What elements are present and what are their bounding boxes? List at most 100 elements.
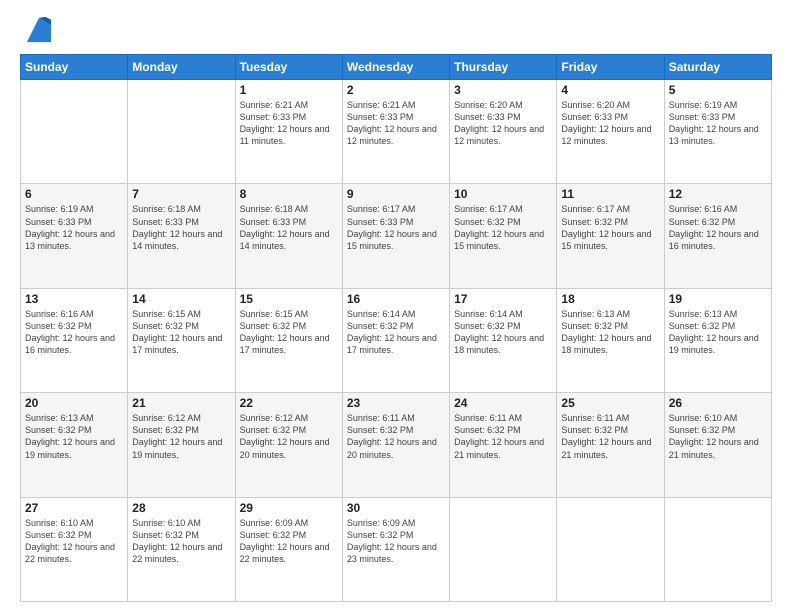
day-number: 22 [240, 396, 338, 410]
calendar-cell: 22Sunrise: 6:12 AM Sunset: 6:32 PM Dayli… [235, 393, 342, 497]
calendar-cell [557, 497, 664, 601]
day-number: 5 [669, 83, 767, 97]
day-number: 7 [132, 187, 230, 201]
day-info: Sunrise: 6:09 AM Sunset: 6:32 PM Dayligh… [347, 517, 445, 566]
day-number: 15 [240, 292, 338, 306]
day-number: 3 [454, 83, 552, 97]
calendar-header-cell: Friday [557, 55, 664, 80]
day-number: 8 [240, 187, 338, 201]
day-number: 2 [347, 83, 445, 97]
day-number: 24 [454, 396, 552, 410]
day-number: 12 [669, 187, 767, 201]
day-info: Sunrise: 6:17 AM Sunset: 6:32 PM Dayligh… [454, 203, 552, 252]
calendar-cell: 16 Sunrise: 6:14 AM Sunset: 6:32 PM Dayli… [342, 288, 449, 392]
calendar-header-cell: Wednesday [342, 55, 449, 80]
day-number: 20 [25, 396, 123, 410]
calendar-cell: 8 Sunrise: 6:18 AM Sunset: 6:33 PM Daylig… [235, 184, 342, 288]
calendar-cell: 11 Sunrise: 6:17 AM Sunset: 6:32 PM Dayli… [557, 184, 664, 288]
calendar-cell: 18 Sunrise: 6:13 AM Sunset: 6:32 PM Dayli… [557, 288, 664, 392]
calendar-cell: 25 Sunrise: 6:11 AM Sunset: 6:32 PM Dayli… [557, 393, 664, 497]
day-number: 19 [669, 292, 767, 306]
calendar-cell: 15 Sunrise: 6:15 AM Sunset: 6:32 PM Dayli… [235, 288, 342, 392]
day-info: Sunrise: 6:17 AM Sunset: 6:32 PM Dayligh… [561, 203, 659, 252]
day-number: 30 [347, 501, 445, 515]
calendar-cell: 14 Sunrise: 6:15 AM Sunset: 6:32 PM Dayli… [128, 288, 235, 392]
logo [20, 16, 53, 44]
calendar-header-cell: Thursday [450, 55, 557, 80]
calendar-cell: 5Sunrise: 6:19 AM Sunset: 6:33 PM Daylig… [664, 80, 771, 184]
calendar-cell: 12 Sunrise: 6:16 AM Sunset: 6:32 PM Dayli… [664, 184, 771, 288]
calendar-header-cell: Tuesday [235, 55, 342, 80]
calendar-cell [450, 497, 557, 601]
day-number: 23 [347, 396, 445, 410]
day-info: Sunrise: 6:13 AM Sunset: 6:32 PM Dayligh… [561, 308, 659, 357]
page: SundayMondayTuesdayWednesdayThursdayFrid… [0, 0, 792, 612]
day-info: Sunrise: 6:16 AM Sunset: 6:32 PM Dayligh… [669, 203, 767, 252]
calendar-cell: 3 Sunrise: 6:20 AM Sunset: 6:33 PM Daylig… [450, 80, 557, 184]
day-info: Sunrise: 6:17 AM Sunset: 6:33 PM Dayligh… [347, 203, 445, 252]
day-number: 26 [669, 396, 767, 410]
calendar-week-row: 20 Sunrise: 6:13 AM Sunset: 6:32 PM Dayli… [21, 393, 772, 497]
day-info: Sunrise: 6:11 AM Sunset: 6:32 PM Dayligh… [347, 412, 445, 461]
day-info: Sunrise: 6:20 AM Sunset: 6:33 PM Dayligh… [561, 99, 659, 148]
day-number: 16 [347, 292, 445, 306]
calendar-cell: 27 Sunrise: 6:10 AM Sunset: 6:32 PM Dayli… [21, 497, 128, 601]
day-info: Sunrise: 6:21 AM Sunset: 6:33 PM Dayligh… [240, 99, 338, 148]
day-number: 27 [25, 501, 123, 515]
calendar-cell: 24 Sunrise: 6:11 AM Sunset: 6:32 PM Dayli… [450, 393, 557, 497]
day-info: Sunrise: 6:16 AM Sunset: 6:32 PM Dayligh… [25, 308, 123, 357]
day-info: Sunrise: 6:18 AM Sunset: 6:33 PM Dayligh… [132, 203, 230, 252]
day-number: 21 [132, 396, 230, 410]
day-info: Sunrise: 6:12 AM Sunset: 6:32 PM Dayligh… [132, 412, 230, 461]
day-info: Sunrise: 6:14 AM Sunset: 6:32 PM Dayligh… [454, 308, 552, 357]
header [20, 16, 772, 44]
day-info: Sunrise: 6:14 AM Sunset: 6:32 PM Dayligh… [347, 308, 445, 357]
day-number: 11 [561, 187, 659, 201]
day-number: 25 [561, 396, 659, 410]
day-info: Sunrise: 6:10 AM Sunset: 6:32 PM Dayligh… [132, 517, 230, 566]
calendar-header-row: SundayMondayTuesdayWednesdayThursdayFrid… [21, 55, 772, 80]
day-number: 10 [454, 187, 552, 201]
calendar-body: 1 Sunrise: 6:21 AM Sunset: 6:33 PM Daylig… [21, 80, 772, 602]
calendar-cell: 30 Sunrise: 6:09 AM Sunset: 6:32 PM Dayli… [342, 497, 449, 601]
calendar-cell: 21 Sunrise: 6:12 AM Sunset: 6:32 PM Dayli… [128, 393, 235, 497]
calendar-table: SundayMondayTuesdayWednesdayThursdayFrid… [20, 54, 772, 602]
day-number: 9 [347, 187, 445, 201]
calendar-cell: 6Sunrise: 6:19 AM Sunset: 6:33 PM Daylig… [21, 184, 128, 288]
calendar-cell: 23 Sunrise: 6:11 AM Sunset: 6:32 PM Dayli… [342, 393, 449, 497]
day-info: Sunrise: 6:13 AM Sunset: 6:32 PM Dayligh… [25, 412, 123, 461]
calendar-week-row: 13Sunrise: 6:16 AM Sunset: 6:32 PM Dayli… [21, 288, 772, 392]
calendar-cell: 20 Sunrise: 6:13 AM Sunset: 6:32 PM Dayli… [21, 393, 128, 497]
day-info: Sunrise: 6:20 AM Sunset: 6:33 PM Dayligh… [454, 99, 552, 148]
day-info: Sunrise: 6:11 AM Sunset: 6:32 PM Dayligh… [454, 412, 552, 461]
day-info: Sunrise: 6:15 AM Sunset: 6:32 PM Dayligh… [240, 308, 338, 357]
calendar-cell [664, 497, 771, 601]
calendar-week-row: 6Sunrise: 6:19 AM Sunset: 6:33 PM Daylig… [21, 184, 772, 288]
calendar-cell: 19 Sunrise: 6:13 AM Sunset: 6:32 PM Dayli… [664, 288, 771, 392]
calendar-cell: 10 Sunrise: 6:17 AM Sunset: 6:32 PM Dayli… [450, 184, 557, 288]
day-number: 4 [561, 83, 659, 97]
day-number: 29 [240, 501, 338, 515]
calendar-cell: 4 Sunrise: 6:20 AM Sunset: 6:33 PM Daylig… [557, 80, 664, 184]
day-info: Sunrise: 6:11 AM Sunset: 6:32 PM Dayligh… [561, 412, 659, 461]
calendar-cell: 29 Sunrise: 6:09 AM Sunset: 6:32 PM Dayli… [235, 497, 342, 601]
calendar-cell [21, 80, 128, 184]
calendar-cell [128, 80, 235, 184]
day-info: Sunrise: 6:15 AM Sunset: 6:32 PM Dayligh… [132, 308, 230, 357]
day-number: 17 [454, 292, 552, 306]
day-number: 14 [132, 292, 230, 306]
day-info: Sunrise: 6:18 AM Sunset: 6:33 PM Dayligh… [240, 203, 338, 252]
day-number: 1 [240, 83, 338, 97]
day-info: Sunrise: 6:09 AM Sunset: 6:32 PM Dayligh… [240, 517, 338, 566]
day-number: 28 [132, 501, 230, 515]
calendar-cell: 17 Sunrise: 6:14 AM Sunset: 6:32 PM Dayli… [450, 288, 557, 392]
calendar-cell: 1 Sunrise: 6:21 AM Sunset: 6:33 PM Daylig… [235, 80, 342, 184]
day-info: Sunrise: 6:13 AM Sunset: 6:32 PM Dayligh… [669, 308, 767, 357]
day-info: Sunrise: 6:10 AM Sunset: 6:32 PM Dayligh… [25, 517, 123, 566]
calendar-header-cell: Saturday [664, 55, 771, 80]
calendar-cell: 13Sunrise: 6:16 AM Sunset: 6:32 PM Dayli… [21, 288, 128, 392]
calendar-cell: 9 Sunrise: 6:17 AM Sunset: 6:33 PM Daylig… [342, 184, 449, 288]
calendar-cell: 2Sunrise: 6:21 AM Sunset: 6:33 PM Daylig… [342, 80, 449, 184]
day-number: 18 [561, 292, 659, 306]
calendar-header-cell: Sunday [21, 55, 128, 80]
